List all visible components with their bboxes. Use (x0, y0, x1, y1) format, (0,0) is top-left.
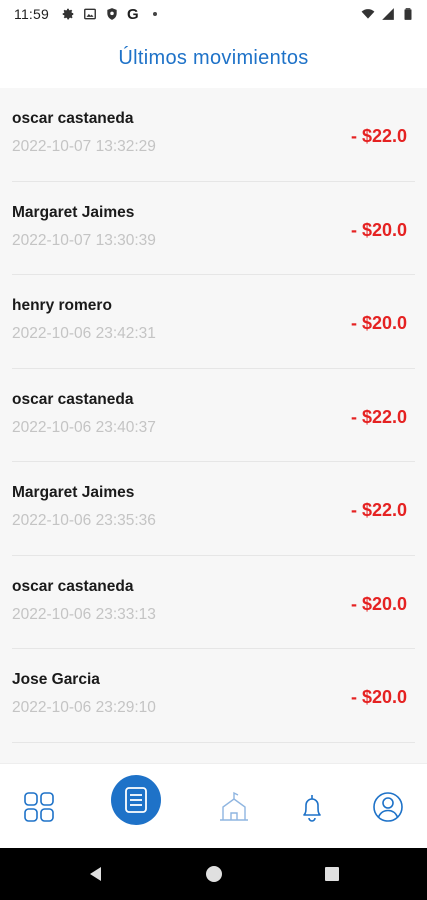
transaction-date: 2022-10-06 23:29:10 (12, 699, 156, 716)
list-item[interactable]: Jose Garcia 2022-10-06 23:29:10 - $20.0 (12, 649, 415, 743)
transaction-amount: - $22.0 (350, 406, 407, 427)
home-system-button[interactable] (194, 848, 234, 900)
transaction-date: 2022-10-07 13:30:39 (12, 231, 156, 249)
home-icon (220, 791, 248, 821)
image-icon (83, 7, 97, 21)
back-button[interactable] (76, 848, 116, 900)
transaction-date: 2022-10-06 23:35:36 (12, 512, 156, 529)
nav-profile-button[interactable] (358, 764, 418, 849)
list-icon (125, 787, 147, 813)
back-icon (90, 867, 101, 881)
transaction-name: oscar castaneda (12, 110, 134, 127)
cell-signal-icon (382, 8, 394, 20)
transaction-amount: - $20.0 (350, 313, 407, 333)
transaction-date: 2022-10-06 23:42:31 (12, 325, 156, 342)
transaction-name: Margaret Jaimes (12, 484, 135, 501)
transaction-amount: - $22.0 (350, 500, 407, 520)
google-g: G (127, 5, 139, 23)
transaction-amount: - $20.0 (350, 219, 407, 240)
transaction-name: Margaret Jaimes (12, 203, 135, 221)
transaction-amount: - $22.0 (350, 126, 407, 146)
transaction-amount: - $20.0 (350, 687, 407, 707)
list-item[interactable]: oscar castaneda 2022-10-07 13:32:29 - $2… (12, 88, 415, 182)
transaction-list[interactable]: oscar castaneda 2022-10-07 13:32:29 - $2… (0, 88, 427, 763)
profile-icon (373, 791, 403, 822)
nav-grid-button[interactable] (9, 764, 69, 849)
bell-icon (303, 794, 321, 822)
list-item[interactable]: Margaret Jaimes 2022-10-06 23:35:36 - $2… (12, 462, 415, 556)
list-item[interactable]: henry romero 2022-10-06 23:42:31 - $20.0 (12, 275, 415, 369)
app-header: Últimos movimientos (0, 28, 427, 88)
page-title: Últimos movimientos (118, 46, 309, 69)
bottom-nav (0, 763, 427, 848)
android-nav-bar (0, 848, 427, 900)
recents-button[interactable] (312, 848, 352, 900)
status-left: 11:59 G (14, 6, 157, 23)
nav-notifications-button[interactable] (282, 764, 342, 849)
settings-icon (61, 7, 75, 21)
transaction-name: henry romero (12, 297, 112, 314)
transaction-amount: - $20.0 (350, 593, 407, 614)
nav-home-button[interactable] (204, 764, 264, 849)
transaction-date: 2022-10-07 13:32:29 (12, 138, 156, 155)
status-bar: 11:59 G (0, 0, 427, 28)
transaction-date: 2022-10-06 23:40:37 (12, 418, 156, 436)
list-item[interactable]: oscar castaneda 2022-10-06 23:40:37 - $2… (12, 369, 415, 462)
shield-icon (105, 7, 119, 21)
transaction-name: Jose Garcia (12, 671, 100, 688)
list-item[interactable]: oscar castaneda 2022-10-06 23:33:13 - $2… (12, 556, 415, 649)
home-circle-icon (206, 866, 222, 882)
transaction-name: oscar castaneda (12, 390, 134, 408)
grid-icon (24, 791, 54, 822)
notification-dot (152, 12, 157, 16)
recents-icon (325, 867, 339, 881)
transaction-name: oscar castaneda (12, 577, 134, 595)
status-right (361, 7, 415, 21)
list-item[interactable]: Margaret Jaimes 2022-10-07 13:30:39 - $2… (12, 182, 415, 275)
battery-icon (404, 8, 412, 20)
transaction-date: 2022-10-06 23:33:13 (12, 605, 156, 623)
status-time: 11:59 (14, 6, 49, 22)
wifi-icon (361, 9, 375, 19)
nav-list-button[interactable] (111, 775, 161, 825)
